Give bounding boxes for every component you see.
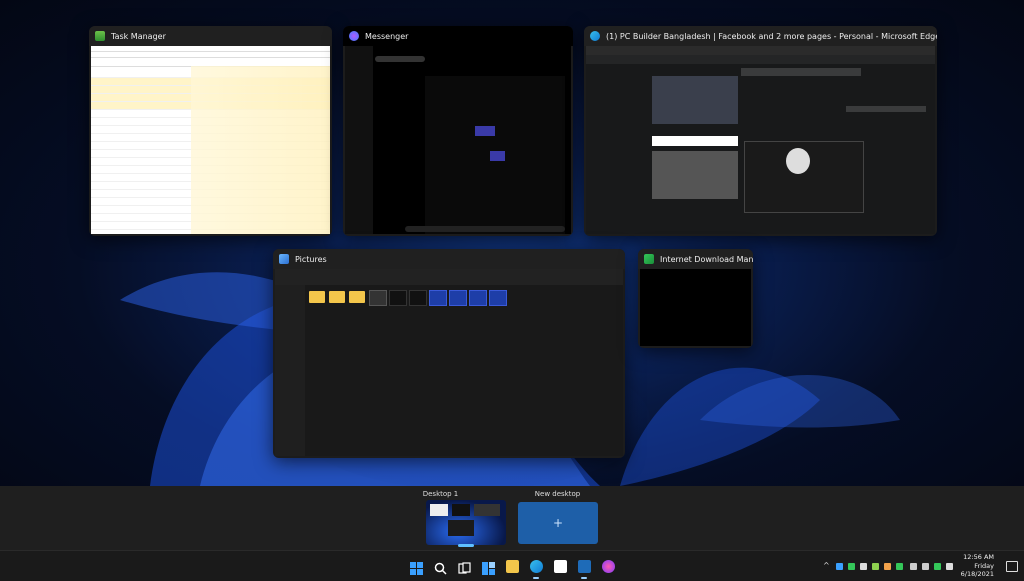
start-icon[interactable] (410, 560, 423, 575)
new-desktop-label: New desktop (534, 490, 581, 498)
edge-title: (1) PC Builder Bangladesh | Facebook and… (606, 31, 937, 41)
edge-icon (590, 31, 600, 41)
idm-preview (640, 269, 751, 346)
pictures-titlebar[interactable]: Pictures (273, 249, 625, 269)
virtual-desktops-strip: Desktop 1 New desktop + (0, 486, 1024, 550)
tray-app-icon-8[interactable] (946, 563, 953, 570)
tray-app-icon-1[interactable] (836, 563, 843, 570)
task-manager-preview (91, 46, 330, 234)
search-icon[interactable] (434, 560, 447, 575)
task-manager-title: Task Manager (111, 31, 166, 41)
tray-app-icon-3[interactable] (860, 563, 867, 570)
running-indicator-task-manager (581, 577, 587, 579)
desktop-1-thumbnail[interactable] (426, 500, 506, 545)
idm-titlebar[interactable]: Internet Download Man... (638, 249, 753, 269)
edge-preview (586, 46, 935, 234)
idm-icon (644, 254, 654, 264)
edge-window[interactable]: (1) PC Builder Bangladesh | Facebook and… (584, 26, 937, 236)
clock-day: Friday (974, 561, 994, 570)
desktop-1-label: Desktop 1 (422, 490, 459, 498)
network-icon[interactable] (910, 563, 917, 570)
widgets-icon[interactable] (482, 560, 495, 575)
messenger-title: Messenger (365, 31, 409, 41)
tray-app-icon-7[interactable] (934, 563, 941, 570)
idm-title: Internet Download Man... (660, 254, 753, 264)
pictures-icon (279, 254, 289, 264)
tray-app-icon-2[interactable] (848, 563, 855, 570)
task-manager-icon (95, 31, 105, 41)
tray-app-icon-5[interactable] (884, 563, 891, 570)
messenger-icon (349, 31, 359, 41)
pictures-window[interactable]: Pictures (273, 249, 625, 458)
task-view-icon[interactable] (458, 560, 471, 574)
running-indicator-edge (533, 577, 539, 579)
clock-date: 6/18/2021 (960, 570, 994, 578)
chevron-up-icon[interactable]: ^ (823, 561, 830, 570)
tray-app-icon-4[interactable] (872, 563, 879, 570)
messenger-window[interactable]: Messenger (343, 26, 573, 236)
pictures-title: Pictures (295, 254, 327, 264)
taskbar: ^ 12:56 AM Friday 6/18/2021 (0, 550, 1024, 581)
messenger-preview (345, 46, 571, 234)
pictures-preview (275, 269, 623, 456)
messenger-taskbar-icon[interactable] (602, 560, 615, 573)
clock-time: 12:56 AM (963, 553, 994, 561)
edge-titlebar[interactable]: (1) PC Builder Bangladesh | Facebook and… (584, 26, 937, 46)
file-explorer-icon[interactable] (506, 560, 519, 573)
edge-taskbar-icon[interactable] (530, 560, 543, 573)
tray-app-icon-6[interactable] (896, 563, 903, 570)
new-desktop-button[interactable]: + (518, 502, 598, 544)
idm-window[interactable]: Internet Download Man... (638, 249, 753, 348)
plus-icon: + (552, 516, 564, 530)
store-icon[interactable] (554, 560, 567, 573)
task-manager-taskbar-icon[interactable] (578, 560, 591, 573)
task-manager-window[interactable]: Task Manager (89, 26, 332, 236)
task-manager-titlebar[interactable]: Task Manager (89, 26, 332, 46)
volume-icon[interactable] (922, 563, 929, 570)
notification-icon[interactable] (1006, 561, 1018, 572)
messenger-titlebar[interactable]: Messenger (343, 26, 573, 46)
taskbar-clock[interactable]: 12:56 AM Friday 6/18/2021 (961, 553, 994, 579)
active-desktop-indicator (458, 544, 474, 547)
